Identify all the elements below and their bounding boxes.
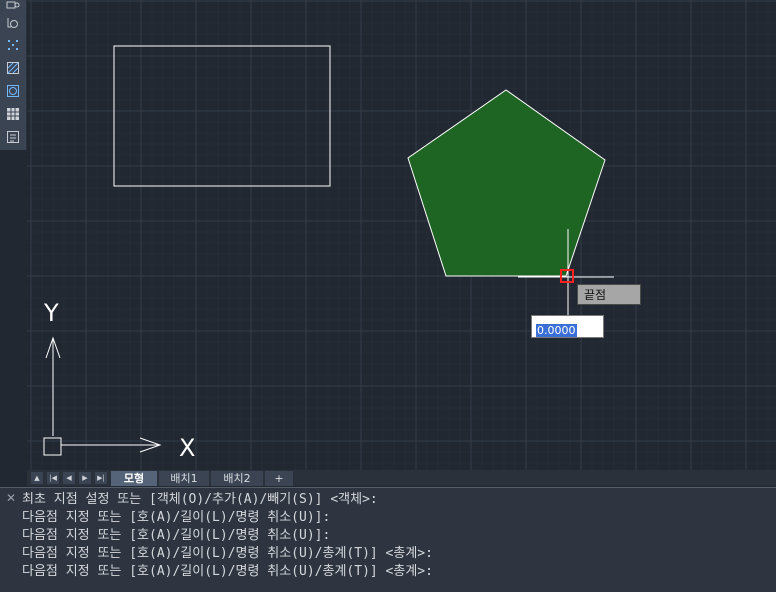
copy-rotate-icon[interactable] bbox=[3, 12, 23, 32]
ucs-y-label: Y bbox=[43, 299, 59, 327]
hatch-icon[interactable] bbox=[3, 58, 23, 78]
major-grid bbox=[27, 0, 776, 470]
region-icon[interactable] bbox=[3, 81, 23, 101]
text-block-icon[interactable] bbox=[3, 127, 23, 147]
tab-layout1[interactable]: 배치1 bbox=[159, 471, 209, 486]
minor-grid bbox=[27, 0, 776, 470]
command-line: 다음점 지정 또는 [호(A)/길이(L)/명령 취소(U)]: bbox=[22, 510, 331, 525]
layout-tab-bar: ▲ |◀ ◀ ▶ ▶| 모형 배치1 배치2 + bbox=[27, 470, 776, 486]
dynamic-input-field[interactable]: 0.0000 bbox=[531, 315, 604, 338]
tab-scroll-up-button[interactable]: ▲ bbox=[31, 472, 43, 484]
snap-tooltip: 끝점 bbox=[577, 284, 641, 305]
command-line: 다음점 지정 또는 [호(A)/길이(L)/명령 취소(U)/총계(T)] <총… bbox=[22, 546, 433, 561]
left-toolbar bbox=[0, 0, 27, 150]
command-line: 다음점 지정 또는 [호(A)/길이(L)/명령 취소(U)/총계(T)] <총… bbox=[22, 564, 433, 579]
dynamic-input-value[interactable]: 0.0000 bbox=[536, 324, 577, 337]
drawing-canvas[interactable]: Y X 끝점 0.0000 bbox=[27, 0, 776, 470]
command-line: 다음점 지정 또는 [호(A)/길이(L)/명령 취소(U)]: bbox=[22, 528, 331, 543]
tab-prev-button[interactable]: ◀ bbox=[63, 472, 75, 484]
tab-layout2[interactable]: 배치2 bbox=[211, 471, 263, 486]
command-line: 최초 지점 설정 또는 [객체(O)/추가(A)/빼기(S)] <객체>: bbox=[22, 492, 378, 507]
tab-model[interactable]: 모형 bbox=[111, 471, 157, 486]
table-icon[interactable] bbox=[3, 104, 23, 124]
tab-next-button[interactable]: ▶ bbox=[79, 472, 91, 484]
drawing-svg[interactable]: Y X bbox=[27, 0, 776, 470]
point-grid-icon[interactable] bbox=[3, 35, 23, 55]
ucs-x-label: X bbox=[179, 434, 195, 462]
command-history-panel: ✕ 최초 지점 설정 또는 [객체(O)/추가(A)/빼기(S)] <객체>: … bbox=[0, 487, 776, 592]
tab-last-button[interactable]: ▶| bbox=[95, 472, 107, 484]
add-layout-button[interactable]: + bbox=[265, 471, 293, 486]
command-history-list: 최초 지점 설정 또는 [객체(O)/추가(A)/빼기(S)] <객체>: 다음… bbox=[22, 491, 433, 581]
close-icon[interactable]: ✕ bbox=[6, 491, 16, 505]
tab-first-button[interactable]: |◀ bbox=[47, 472, 59, 484]
